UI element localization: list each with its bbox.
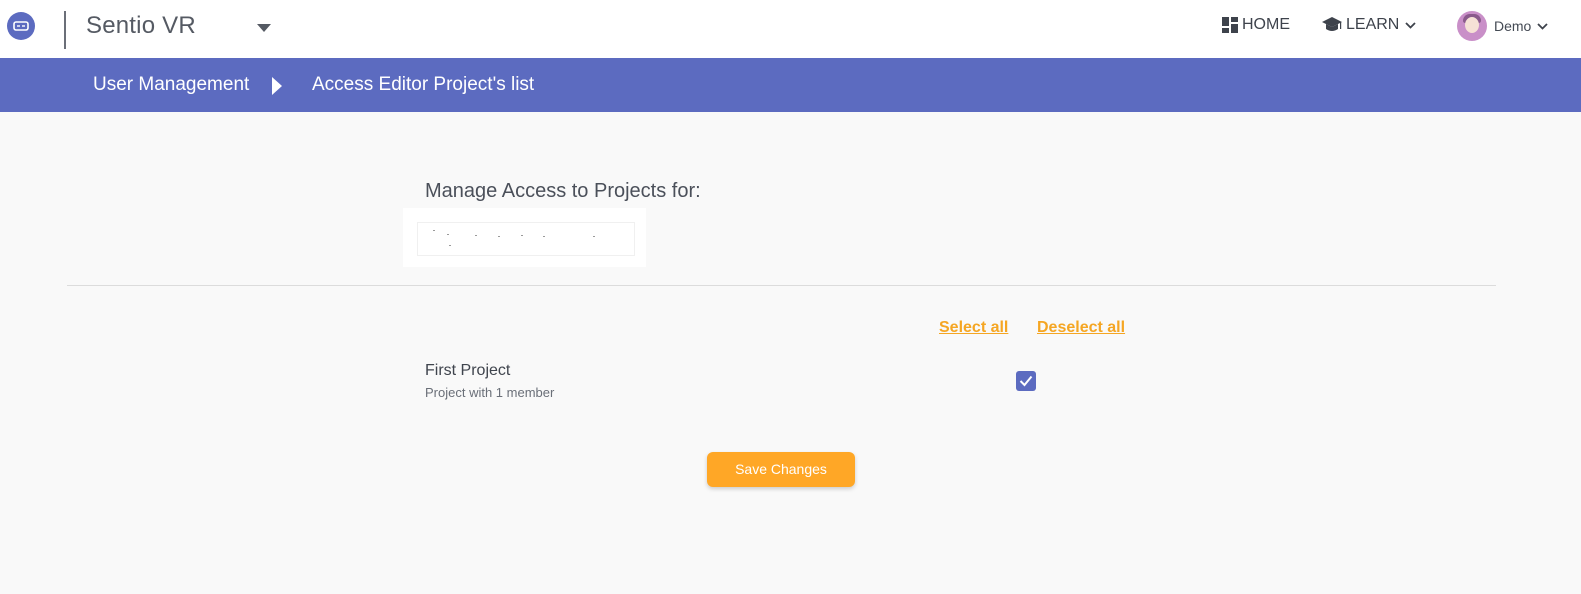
project-subtitle: Project with 1 member (425, 385, 555, 400)
nav-learn-label: LEARN (1346, 16, 1400, 33)
top-navbar: Sentio VR HOME LEARN Demo (0, 0, 1581, 58)
breadcrumb: User Management Access Editor Project's … (0, 58, 1581, 112)
section-divider (67, 285, 1496, 286)
user-menu[interactable]: Demo (1457, 11, 1548, 41)
select-all-link[interactable]: Select all (939, 319, 1008, 337)
dashboard-grid-icon (1222, 17, 1238, 33)
user-name: Demo (1494, 18, 1532, 34)
navbar-divider (64, 11, 66, 49)
breadcrumb-current-page: Access Editor Project's list (312, 74, 535, 95)
redacted-user-info (403, 208, 646, 267)
check-icon (1019, 375, 1033, 387)
graduation-cap-icon (1322, 17, 1342, 31)
vr-headset-icon[interactable] (7, 12, 35, 40)
nav-home-label: HOME (1242, 16, 1290, 33)
caret-right-icon (272, 77, 282, 95)
save-changes-button[interactable]: Save Changes (707, 452, 855, 487)
project-name: First Project (425, 362, 511, 379)
app-title[interactable]: Sentio VR (86, 12, 196, 40)
nav-learn[interactable]: LEARN (1321, 16, 1416, 34)
avatar (1457, 11, 1487, 41)
caret-down-icon[interactable] (257, 24, 271, 32)
chevron-down-icon (1537, 22, 1548, 30)
chevron-down-icon (1405, 21, 1416, 29)
deselect-all-link[interactable]: Deselect all (1037, 319, 1125, 337)
nav-home[interactable]: HOME (1221, 16, 1290, 34)
breadcrumb-user-management[interactable]: User Management (93, 74, 249, 96)
page-heading: Manage Access to Projects for: (425, 180, 701, 202)
project-access-checkbox[interactable] (1016, 371, 1036, 391)
